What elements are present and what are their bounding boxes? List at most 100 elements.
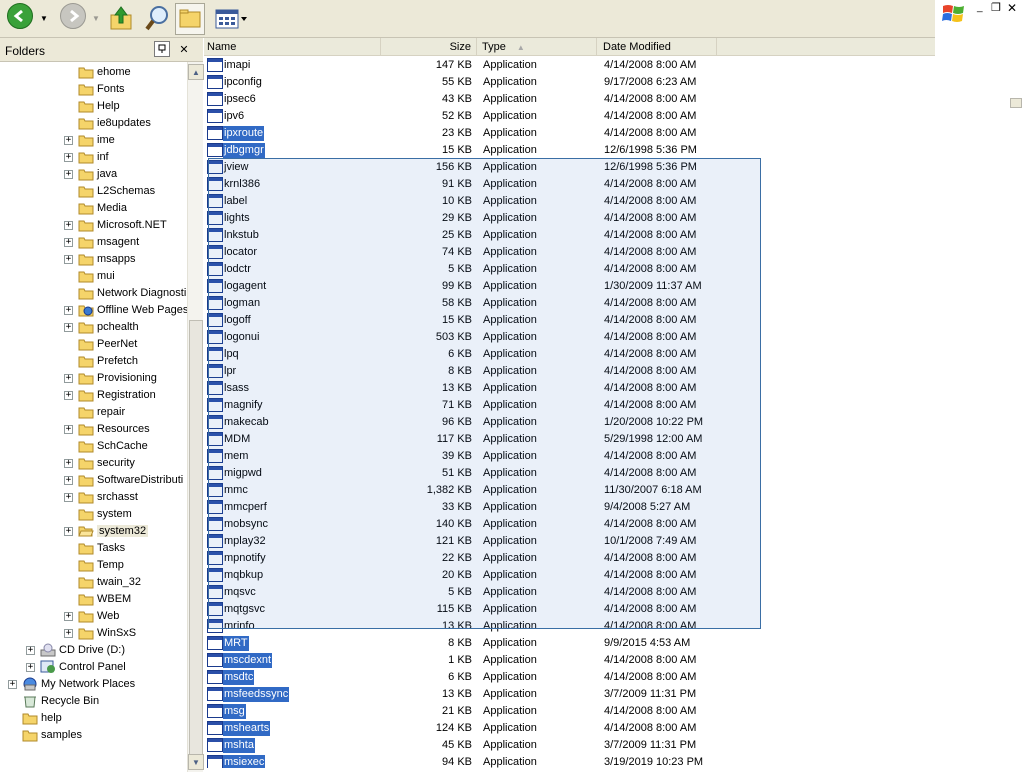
- file-row[interactable]: locator 74 KB Application 4/14/2008 8:00 AM: [204, 244, 1004, 261]
- tree-item[interactable]: + Web: [0, 608, 187, 625]
- tree-item[interactable]: + Registration: [0, 387, 187, 404]
- expand-icon[interactable]: +: [64, 136, 73, 145]
- tree-item[interactable]: + java: [0, 166, 187, 183]
- file-row[interactable]: mmc 1,382 KB Application 11/30/2007 6:18 AM: [204, 482, 1004, 499]
- expand-icon[interactable]: +: [64, 425, 73, 434]
- tree-item[interactable]: PeerNet: [0, 336, 187, 353]
- views-button[interactable]: [213, 3, 249, 35]
- forward-dropdown-icon[interactable]: ▼: [92, 14, 100, 23]
- up-button[interactable]: [108, 3, 134, 35]
- file-row[interactable]: makecab 96 KB Application 1/20/2008 10:22 P…: [204, 414, 1004, 431]
- tree-item[interactable]: Prefetch: [0, 353, 187, 370]
- tree-item[interactable]: + WinSxS: [0, 625, 187, 642]
- tree-item[interactable]: help: [0, 710, 187, 727]
- file-row[interactable]: mqsvc 5 KB Application 4/14/2008 8:00 AM: [204, 584, 1004, 601]
- expand-icon[interactable]: +: [64, 170, 73, 179]
- folders-button[interactable]: [175, 3, 205, 35]
- file-row[interactable]: logoff 15 KB Application 4/14/2008 8:00 AM: [204, 312, 1004, 329]
- tree-item[interactable]: + ime: [0, 132, 187, 149]
- search-button[interactable]: [144, 3, 172, 35]
- scroll-up-icon[interactable]: ▲: [188, 64, 204, 80]
- tree-item[interactable]: + Resources: [0, 421, 187, 438]
- forward-button[interactable]: [60, 3, 86, 29]
- file-row[interactable]: lodctr 5 KB Application 4/14/2008 8:00 AM: [204, 261, 1004, 278]
- column-date-modified[interactable]: Date Modified: [597, 38, 717, 56]
- tree-item[interactable]: + msagent: [0, 234, 187, 251]
- file-row[interactable]: mmcperf 33 KB Application 9/4/2008 5:27 AM: [204, 499, 1004, 516]
- tree-item[interactable]: + system32: [0, 523, 187, 540]
- file-row[interactable]: migpwd 51 KB Application 4/14/2008 8:00 AM: [204, 465, 1004, 482]
- tree-item[interactable]: Tasks: [0, 540, 187, 557]
- file-row[interactable]: msfeedssync 13 KB Application 3/7/2009 11:3…: [204, 686, 1004, 703]
- tree-item[interactable]: Media: [0, 200, 187, 217]
- expand-icon[interactable]: +: [64, 323, 73, 332]
- tree-item[interactable]: ie8updates: [0, 115, 187, 132]
- expand-icon[interactable]: +: [64, 306, 73, 315]
- tree-item[interactable]: Fonts: [0, 81, 187, 98]
- tree-item[interactable]: + SoftwareDistributi: [0, 472, 187, 489]
- tree-item[interactable]: + Control Panel: [0, 659, 187, 676]
- file-row[interactable]: msiexec 94 KB Application 3/19/2019 10:23 P…: [204, 754, 1004, 768]
- tree-item[interactable]: + Microsoft.NET: [0, 217, 187, 234]
- folder-tree-scrollbar[interactable]: ▲ ▼: [187, 62, 204, 772]
- expand-icon[interactable]: +: [64, 391, 73, 400]
- file-row[interactable]: ipsec6 43 KB Application 4/14/2008 8:00 AM: [204, 91, 1004, 108]
- folders-pin-button[interactable]: [154, 41, 170, 57]
- tree-item[interactable]: twain_32: [0, 574, 187, 591]
- file-row[interactable]: mrinfo 13 KB Application 4/14/2008 8:00 AM: [204, 618, 1004, 635]
- expand-icon[interactable]: +: [64, 629, 73, 638]
- file-row[interactable]: msdtc 6 KB Application 4/14/2008 8:00 AM: [204, 669, 1004, 686]
- file-row[interactable]: magnify 71 KB Application 4/14/2008 8:00 AM: [204, 397, 1004, 414]
- file-row[interactable]: mem 39 KB Application 4/14/2008 8:00 AM: [204, 448, 1004, 465]
- file-row[interactable]: mshta 45 KB Application 3/7/2009 11:31 PM: [204, 737, 1004, 754]
- file-row[interactable]: logman 58 KB Application 4/14/2008 8:00 AM: [204, 295, 1004, 312]
- file-row[interactable]: logagent 99 KB Application 1/30/2009 11:37 …: [204, 278, 1004, 295]
- tree-item[interactable]: + CD Drive (D:): [0, 642, 187, 659]
- expand-icon[interactable]: +: [64, 493, 73, 502]
- tree-item[interactable]: + srchasst: [0, 489, 187, 506]
- column-type[interactable]: Type ▲: [477, 38, 597, 56]
- file-row[interactable]: mqbkup 20 KB Application 4/14/2008 8:00 AM: [204, 567, 1004, 584]
- restore-icon[interactable]: ❐: [991, 1, 1001, 14]
- file-row[interactable]: lpq 6 KB Application 4/14/2008 8:00 AM: [204, 346, 1004, 363]
- scroll-thumb[interactable]: [189, 320, 203, 760]
- expand-icon[interactable]: +: [26, 646, 35, 655]
- expand-icon[interactable]: +: [64, 255, 73, 264]
- file-row[interactable]: lnkstub 25 KB Application 4/14/2008 8:00 AM: [204, 227, 1004, 244]
- file-row[interactable]: lights 29 KB Application 4/14/2008 8:00 AM: [204, 210, 1004, 227]
- tree-item[interactable]: Network Diagnosti: [0, 285, 187, 302]
- file-list-scrollbar[interactable]: [1008, 38, 1024, 768]
- tree-item[interactable]: WBEM: [0, 591, 187, 608]
- back-dropdown-icon[interactable]: ▼: [40, 14, 48, 23]
- expand-icon[interactable]: +: [64, 612, 73, 621]
- tree-item[interactable]: mui: [0, 268, 187, 285]
- expand-icon[interactable]: +: [64, 153, 73, 162]
- file-row[interactable]: mpnotify 22 KB Application 4/14/2008 8:00 A…: [204, 550, 1004, 567]
- file-row[interactable]: mplay32 121 KB Application 10/1/2008 7:49 A…: [204, 533, 1004, 550]
- tree-item[interactable]: + pchealth: [0, 319, 187, 336]
- tree-item[interactable]: repair: [0, 404, 187, 421]
- file-row[interactable]: logonui 503 KB Application 4/14/2008 8:00 A…: [204, 329, 1004, 346]
- scroll-thumb-right[interactable]: [1010, 98, 1022, 108]
- tree-item[interactable]: + security: [0, 455, 187, 472]
- tree-item[interactable]: + inf: [0, 149, 187, 166]
- file-row[interactable]: ipv6 52 KB Application 4/14/2008 8:00 AM: [204, 108, 1004, 125]
- expand-icon[interactable]: +: [64, 527, 73, 536]
- file-row[interactable]: mobsync 140 KB Application 4/14/2008 8:00 A…: [204, 516, 1004, 533]
- tree-item[interactable]: L2Schemas: [0, 183, 187, 200]
- tree-item[interactable]: samples: [0, 727, 187, 744]
- file-row[interactable]: ipxroute 23 KB Application 4/14/2008 8:00 A…: [204, 125, 1004, 142]
- file-row[interactable]: ipconfig 55 KB Application 9/17/2008 6:23 A…: [204, 74, 1004, 91]
- tree-item[interactable]: Temp: [0, 557, 187, 574]
- expand-icon[interactable]: +: [26, 663, 35, 672]
- folders-close-button[interactable]: ✕: [176, 41, 192, 57]
- expand-icon[interactable]: +: [64, 476, 73, 485]
- expand-icon[interactable]: +: [64, 459, 73, 468]
- file-row[interactable]: msg 21 KB Application 4/14/2008 8:00 AM: [204, 703, 1004, 720]
- file-row[interactable]: mscdexnt 1 KB Application 4/14/2008 8:00 AM: [204, 652, 1004, 669]
- tree-item[interactable]: + Provisioning: [0, 370, 187, 387]
- expand-icon[interactable]: +: [64, 238, 73, 247]
- tree-item[interactable]: Help: [0, 98, 187, 115]
- column-name[interactable]: Name: [204, 38, 381, 56]
- file-row[interactable]: mshearts 124 KB Application 4/14/2008 8:00 …: [204, 720, 1004, 737]
